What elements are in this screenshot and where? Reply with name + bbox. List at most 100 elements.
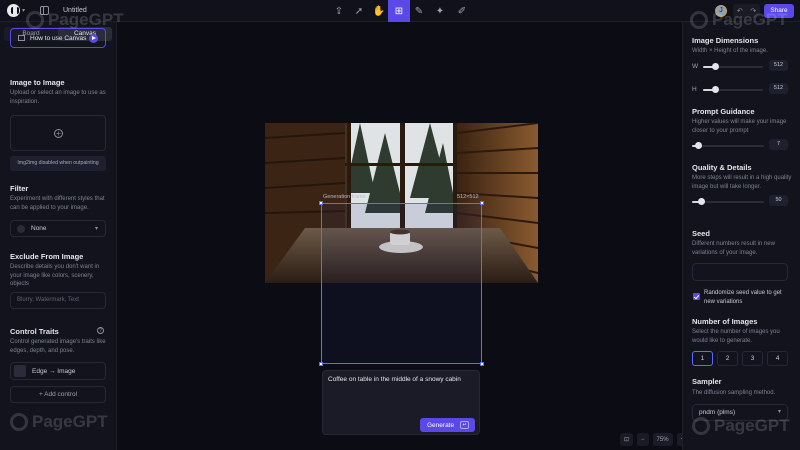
slider-knob[interactable] [694,142,702,149]
sampler-title: Sampler [692,377,722,386]
num-images-options: 1 2 3 4 [692,351,788,366]
num-images-title: Number of Images [692,317,758,326]
watermark-text: PageGPT [712,10,788,29]
seed-title: Seed [692,229,710,238]
add-icon: + [54,129,63,138]
height-label: H [692,86,697,93]
book-icon [18,35,25,41]
filter-title: Filter [10,184,29,193]
zoom-controls: ⊡ − 75% + [620,433,689,446]
guidance-slider[interactable] [692,142,764,149]
control-traits-desc: Control generated image's traits like ed… [10,339,106,354]
play-icon [89,34,98,43]
num-images-option-1[interactable]: 1 [692,351,713,366]
quality-desc: More steps will result in a high quality… [692,175,792,190]
chevron-down-icon: ▾ [94,226,98,232]
pen-tool-icon[interactable]: ✐ [452,0,472,22]
width-value[interactable]: 512 [769,60,788,71]
generate-button[interactable]: Generate ↵ [420,418,475,432]
fill-tool-icon[interactable]: ✦ [430,0,450,22]
quality-slider-row: 50 [692,195,788,207]
control-thumbnail [14,365,26,377]
how-to-use-canvas-button[interactable]: How to use Canvas [10,28,106,48]
watermark: PageGPT [692,416,790,436]
zoom-out-icon[interactable]: − [637,433,649,446]
sampler-value: pndm (plms) [699,409,736,416]
control-item-edge[interactable]: Edge → Image [10,362,106,380]
watermark-logo-icon [10,413,28,431]
resize-handle[interactable] [319,362,323,366]
generate-frame-icon[interactable]: ⊞ [388,0,410,22]
image-to-image-title: Image to Image [10,78,65,87]
fit-view-icon[interactable]: ⊡ [620,433,634,446]
app-logo-icon[interactable] [7,4,20,17]
generation-frame-label: Generation frame [323,194,366,200]
width-slider-row: W 512 [692,60,788,72]
add-control-button[interactable]: + Add control [10,386,106,403]
select-tool-icon[interactable]: ➚ [348,0,370,22]
watermark: PageGPT [26,10,124,30]
exclude-title: Exclude From Image [10,252,84,261]
watermark-text: PageGPT [32,412,108,431]
image-dimensions-desc: Width × Height of the image. [692,48,768,54]
resize-handle[interactable] [319,201,323,205]
filter-value: None [31,225,47,232]
height-slider[interactable] [703,86,763,93]
width-slider[interactable] [703,63,763,70]
hand-tool-icon[interactable]: ✋ [368,0,390,22]
quality-title: Quality & Details [692,163,752,172]
slider-knob[interactable] [711,63,719,70]
height-slider-row: H 512 [692,83,788,95]
watermark-logo-icon [690,11,708,29]
upload-tool-icon[interactable]: ⇪ [328,0,350,22]
generation-frame[interactable] [321,203,482,364]
sampler-desc: The diffusion sampling method. [692,390,776,396]
chevron-down-icon[interactable]: ▾ [22,7,25,14]
watermark: PageGPT [690,10,788,30]
resize-handle[interactable] [480,362,484,366]
prompt-guidance-desc: Higher values will make your image close… [692,119,787,134]
height-value[interactable]: 512 [769,83,788,94]
watermark-logo-icon [26,11,44,29]
brush-tool-icon[interactable]: ✎ [409,0,429,22]
prompt-guidance-title: Prompt Guidance [692,107,755,116]
exclude-input[interactable]: Blurry, Watermark, Text [10,292,106,309]
generation-frame-size: 512×512 [457,194,479,200]
num-images-option-4[interactable]: 4 [767,351,788,366]
guidance-slider-row: 7 [692,139,788,151]
image-dimensions-title: Image Dimensions [692,36,759,45]
slider-knob[interactable] [711,86,719,93]
randomize-seed-checkbox[interactable] [693,293,700,300]
enter-key-icon: ↵ [460,421,470,429]
filter-swatch-icon [17,224,25,233]
help-icon[interactable]: ? [97,327,104,334]
img2img-disabled-note: Img2img disabled when outpainting [10,156,106,171]
watermark-logo-icon [692,417,710,435]
watermark: PageGPT [10,412,108,432]
exclude-desc: Describe details you don't want in your … [10,264,100,287]
seed-desc: Different numbers result in new variatio… [692,241,775,256]
prompt-input[interactable]: Coffee on table in the middle of a snowy… [328,376,461,383]
watermark-text: PageGPT [714,416,790,435]
quality-slider[interactable] [692,198,764,205]
generate-label: Generate [427,421,455,429]
filter-select[interactable]: None ▾ [10,220,106,237]
randomize-seed-label: Randomize seed value to get new variatio… [704,290,782,305]
zoom-level: 75% [652,433,673,446]
watermark-text: PageGPT [48,10,124,29]
num-images-desc: Select the number of images you would li… [692,329,780,344]
num-images-option-2[interactable]: 2 [717,351,738,366]
quality-value[interactable]: 50 [769,195,788,206]
image-to-image-desc: Upload or select an image to use as insp… [10,90,106,105]
how-to-label: How to use Canvas [30,34,87,42]
num-images-option-3[interactable]: 3 [742,351,763,366]
width-label: W [692,63,699,70]
image-upload-dropzone[interactable]: + [10,115,106,151]
filter-desc: Experiment with different styles that ca… [10,196,105,211]
slider-knob[interactable] [697,198,705,205]
resize-handle[interactable] [480,201,484,205]
control-traits-title: Control Traits [10,327,59,336]
control-item-label: Edge → Image [32,367,76,375]
guidance-value[interactable]: 7 [769,139,788,150]
seed-input[interactable] [692,263,788,281]
